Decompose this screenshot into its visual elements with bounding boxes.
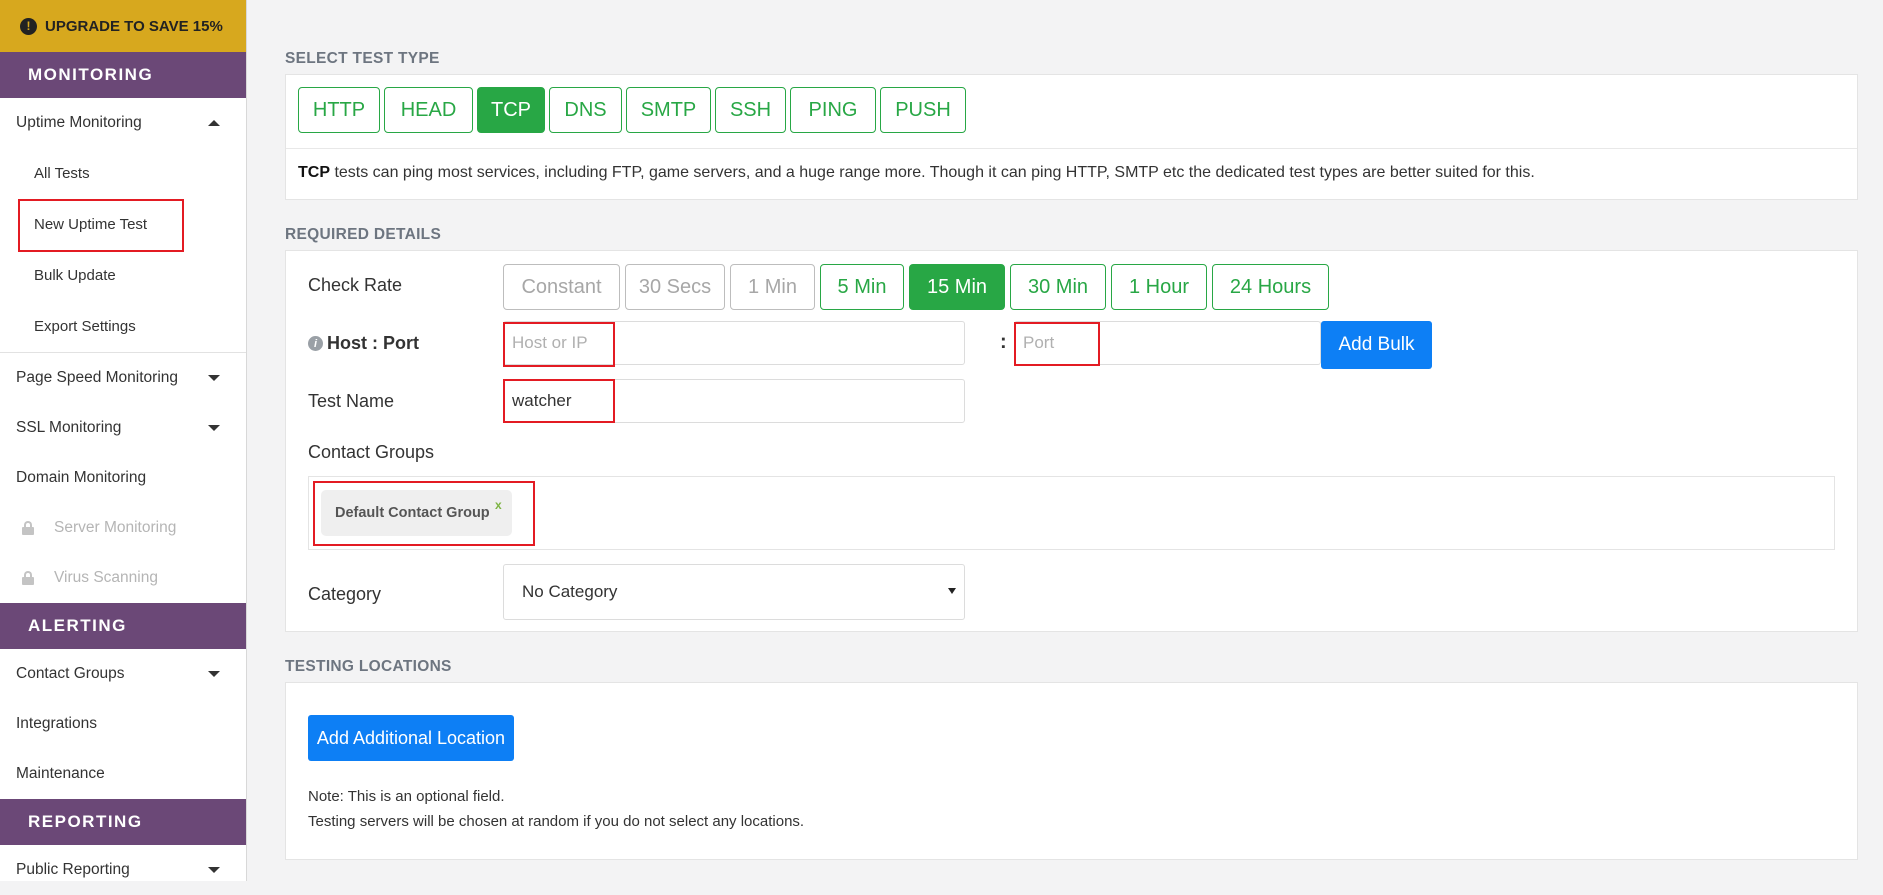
caret-down-icon <box>208 867 220 873</box>
main-content: SELECT TEST TYPE HTTP HEAD TCP DNS SMTP … <box>248 0 1883 881</box>
type-ping-button[interactable]: PING <box>790 87 876 133</box>
rate-1-min-button[interactable]: 1 Min <box>730 264 815 310</box>
test-type-description: TCP tests can ping most services, includ… <box>286 148 1857 197</box>
sidebar-item-label: Uptime Monitoring <box>16 114 142 131</box>
sidebar-item-label: Public Reporting <box>16 861 130 878</box>
exclamation-icon: ! <box>20 17 37 35</box>
sidebar: ! UPGRADE TO SAVE 15% MONITORING Uptime … <box>0 0 247 881</box>
sidebar-item-label: SSL Monitoring <box>16 419 122 436</box>
uptime-submenu: All Tests New Uptime Test Bulk Update Ex… <box>0 148 246 353</box>
description-text: tests can ping most services, including … <box>330 164 1535 181</box>
caret-down-icon <box>208 425 220 431</box>
sidebar-item-label: Virus Scanning <box>54 569 158 586</box>
contact-group-tag[interactable]: Default Contact Group x <box>321 490 512 536</box>
sidebar-item-public-reporting[interactable]: Public Reporting <box>0 845 246 895</box>
required-details-heading: REQUIRED DETAILS <box>285 226 442 243</box>
description-type: TCP <box>298 164 330 181</box>
type-head-button[interactable]: HEAD <box>384 87 473 133</box>
sidebar-item-maintenance[interactable]: Maintenance <box>0 749 246 799</box>
lock-icon <box>22 521 34 535</box>
add-additional-location-button[interactable]: Add Additional Location <box>308 715 514 761</box>
contact-group-tag-label: Default Contact Group <box>335 505 490 521</box>
test-name-label: Test Name <box>308 391 395 411</box>
type-smtp-button[interactable]: SMTP <box>626 87 711 133</box>
type-push-button[interactable]: PUSH <box>880 87 966 133</box>
type-dns-button[interactable]: DNS <box>549 87 622 133</box>
sidebar-item-bulk-update[interactable]: Bulk Update <box>0 250 246 301</box>
rate-24-hours-button[interactable]: 24 Hours <box>1212 264 1329 310</box>
sidebar-item-label: Contact Groups <box>16 665 125 682</box>
required-details-panel: Check Rate Constant 30 Secs 1 Min 5 Min … <box>285 250 1858 632</box>
section-monitoring: MONITORING <box>0 52 246 98</box>
sidebar-item-label: Page Speed Monitoring <box>16 369 179 386</box>
sidebar-item-label: Integrations <box>16 715 97 732</box>
contact-groups-field[interactable]: Default Contact Group x <box>308 476 1835 550</box>
upgrade-banner[interactable]: ! UPGRADE TO SAVE 15% <box>0 0 246 52</box>
test-name-input[interactable]: watcher <box>503 379 965 423</box>
category-select[interactable]: No Category <box>503 564 965 620</box>
optional-note: Note: This is an optional field. <box>308 788 505 805</box>
random-servers-note: Testing servers will be chosen at random… <box>308 813 805 830</box>
testing-locations-panel: Add Additional Location Note: This is an… <box>285 682 1858 860</box>
caret-up-icon <box>208 120 220 126</box>
lock-icon <box>22 571 34 585</box>
testing-locations-heading: TESTING LOCATIONS <box>285 658 452 675</box>
caret-down-icon <box>208 671 220 677</box>
check-rate-label: Check Rate <box>308 275 403 295</box>
rate-5-min-button[interactable]: 5 Min <box>820 264 904 310</box>
type-tcp-button[interactable]: TCP <box>477 87 545 133</box>
rate-30-secs-button[interactable]: 30 Secs <box>625 264 725 310</box>
test-type-panel: HTTP HEAD TCP DNS SMTP SSH PING PUSH TCP… <box>285 74 1858 200</box>
port-separator: : <box>1000 331 1007 353</box>
sidebar-item-domain[interactable]: Domain Monitoring <box>0 453 246 503</box>
sidebar-item-uptime-monitoring[interactable]: Uptime Monitoring <box>0 98 246 148</box>
rate-constant-button[interactable]: Constant <box>503 264 620 310</box>
info-icon[interactable]: i <box>308 336 323 351</box>
category-selected-value: No Category <box>522 582 618 601</box>
dropdown-arrow-icon <box>948 588 956 594</box>
check-rate-buttons: Constant 30 Secs 1 Min 5 Min 15 Min 30 M… <box>503 264 1329 310</box>
section-alerting: ALERTING <box>0 603 246 649</box>
remove-tag-icon[interactable]: x <box>495 498 502 512</box>
category-label: Category <box>308 584 382 604</box>
rate-1-hour-button[interactable]: 1 Hour <box>1111 264 1207 310</box>
sidebar-item-contact-groups[interactable]: Contact Groups <box>0 649 246 699</box>
upgrade-label: UPGRADE TO SAVE 15% <box>45 17 223 35</box>
type-ssh-button[interactable]: SSH <box>715 87 786 133</box>
add-bulk-button[interactable]: Add Bulk <box>1321 321 1432 369</box>
sidebar-item-virus-scanning[interactable]: Virus Scanning <box>0 553 246 603</box>
port-input[interactable]: Port <box>1014 321 1321 365</box>
host-port-label-row: i Host : Port <box>308 333 419 354</box>
sidebar-item-new-uptime-test[interactable]: New Uptime Test <box>0 199 246 250</box>
section-reporting: REPORTING <box>0 799 246 845</box>
sidebar-item-all-tests[interactable]: All Tests <box>0 148 246 199</box>
sidebar-item-export-settings[interactable]: Export Settings <box>0 301 246 352</box>
host-input[interactable]: Host or IP <box>503 321 965 365</box>
sidebar-item-page-speed[interactable]: Page Speed Monitoring <box>0 353 246 403</box>
caret-down-icon <box>208 375 220 381</box>
sidebar-item-label: Server Monitoring <box>54 519 177 536</box>
sidebar-item-label: Maintenance <box>16 765 105 782</box>
select-test-type-heading: SELECT TEST TYPE <box>285 50 440 67</box>
rate-15-min-button[interactable]: 15 Min <box>909 264 1005 310</box>
sidebar-item-label: Domain Monitoring <box>16 469 147 486</box>
sidebar-item-integrations[interactable]: Integrations <box>0 699 246 749</box>
contact-groups-label: Contact Groups <box>308 442 435 462</box>
sidebar-item-server-monitoring[interactable]: Server Monitoring <box>0 503 246 553</box>
type-http-button[interactable]: HTTP <box>298 87 380 133</box>
test-type-buttons: HTTP HEAD TCP DNS SMTP SSH PING PUSH <box>298 87 966 133</box>
sidebar-item-ssl[interactable]: SSL Monitoring <box>0 403 246 453</box>
rate-30-min-button[interactable]: 30 Min <box>1010 264 1106 310</box>
host-port-label: Host : Port <box>327 333 419 353</box>
